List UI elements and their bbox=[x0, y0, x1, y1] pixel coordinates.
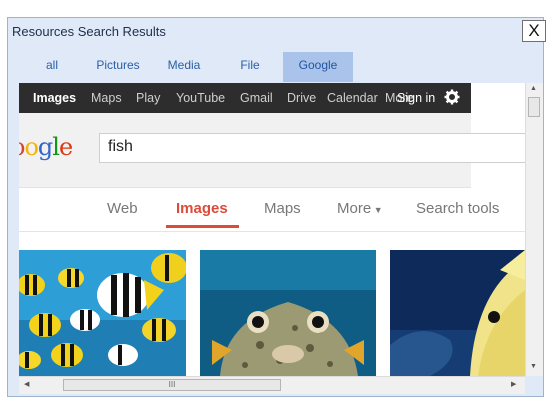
result-image-3[interactable] bbox=[390, 250, 525, 376]
gbar-play[interactable]: Play bbox=[136, 91, 160, 105]
result-image-1[interactable] bbox=[19, 250, 186, 376]
window-title: Resources Search Results bbox=[12, 24, 166, 39]
nav-more[interactable]: More ▼ bbox=[337, 200, 383, 217]
search-input[interactable]: fish bbox=[99, 133, 525, 163]
nav-divider bbox=[19, 231, 525, 232]
scroll-right-arrow-icon[interactable]: ▶ bbox=[511, 380, 516, 388]
gbar-signin[interactable]: Sign in bbox=[397, 91, 435, 105]
scroll-left-arrow-icon[interactable]: ◀ bbox=[24, 380, 29, 388]
scroll-down-arrow-icon[interactable]: ▼ bbox=[530, 363, 537, 370]
close-button[interactable]: X bbox=[522, 20, 546, 42]
horizontal-scrollbar[interactable]: ◀ III ▶ bbox=[19, 376, 525, 394]
dropdown-caret-icon: ▼ bbox=[371, 205, 383, 215]
embedded-browser: Images Maps Play YouTube Gmail Drive Cal… bbox=[19, 83, 525, 376]
yellow-fish-image bbox=[390, 250, 525, 376]
tab-pictures[interactable]: Pictures bbox=[85, 52, 151, 82]
gear-icon[interactable] bbox=[444, 89, 460, 109]
gbar-drive[interactable]: Drive bbox=[287, 91, 316, 105]
horizontal-scroll-thumb[interactable]: III bbox=[63, 379, 281, 391]
vertical-scroll-thumb[interactable] bbox=[528, 97, 540, 117]
google-bar: Images Maps Play YouTube Gmail Drive Cal… bbox=[19, 83, 471, 113]
gbar-youtube[interactable]: YouTube bbox=[176, 91, 225, 105]
nav-search-tools[interactable]: Search tools bbox=[416, 200, 499, 217]
gbar-gmail[interactable]: Gmail bbox=[240, 91, 273, 105]
tab-media[interactable]: Media bbox=[151, 52, 217, 82]
result-image-2[interactable] bbox=[200, 250, 376, 376]
gbar-maps[interactable]: Maps bbox=[91, 91, 122, 105]
google-logo[interactable]: oogle bbox=[19, 133, 73, 161]
vertical-scrollbar[interactable]: ▲ ▼ bbox=[525, 83, 543, 376]
active-tab-indicator bbox=[166, 225, 239, 228]
tab-file[interactable]: File bbox=[217, 52, 283, 82]
fish-school-image bbox=[19, 250, 186, 376]
puffer-fish-image bbox=[200, 250, 376, 376]
tab-google[interactable]: Google bbox=[283, 52, 353, 82]
gbar-images[interactable]: Images bbox=[33, 91, 76, 105]
gbar-calendar[interactable]: Calendar bbox=[327, 91, 378, 105]
nav-maps[interactable]: Maps bbox=[264, 200, 301, 217]
scroll-up-arrow-icon[interactable]: ▲ bbox=[530, 85, 537, 92]
nav-images[interactable]: Images bbox=[176, 200, 228, 217]
tab-bar: all Pictures Media File Google bbox=[19, 52, 353, 82]
nav-web[interactable]: Web bbox=[107, 200, 138, 217]
tab-all[interactable]: all bbox=[19, 52, 85, 82]
